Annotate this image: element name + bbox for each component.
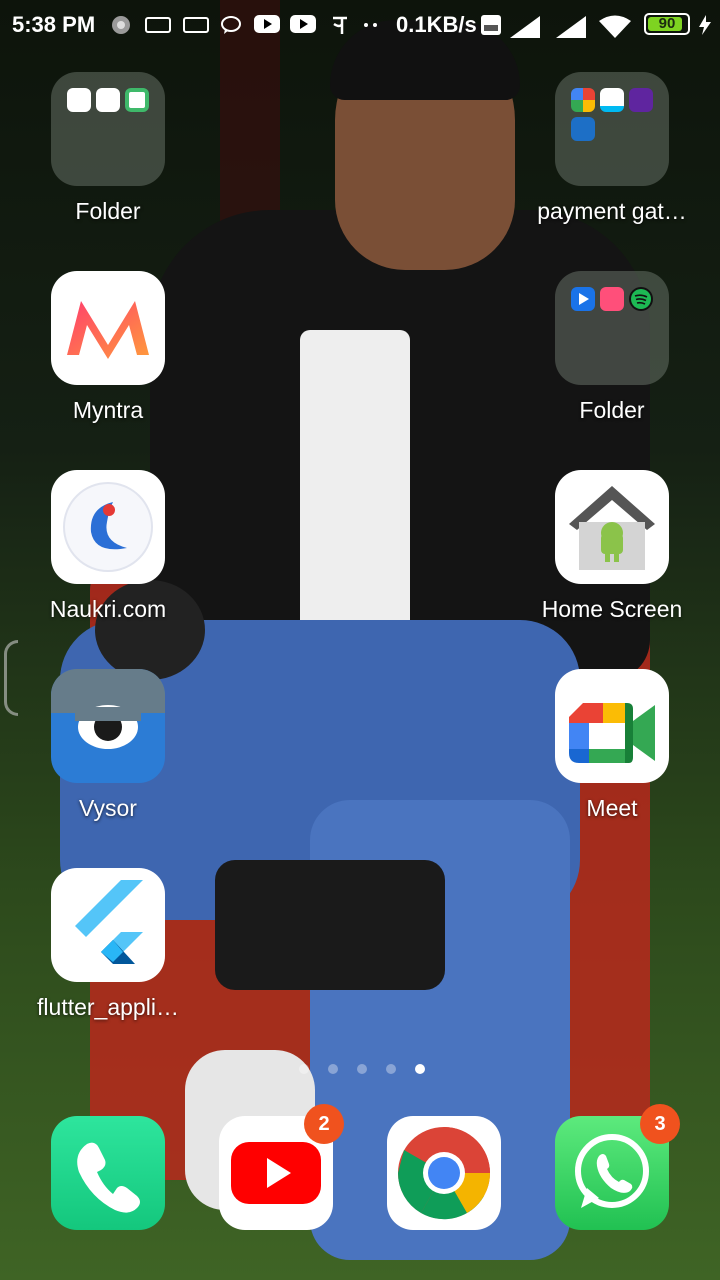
app-label: payment gat… — [537, 198, 687, 224]
naukri-icon — [51, 470, 165, 584]
app-label: Home Screen — [541, 596, 683, 622]
volte-icon — [480, 14, 502, 41]
clock: 5:38 PM — [12, 12, 96, 37]
youtube-icon — [290, 14, 316, 39]
chrome-app[interactable] — [359, 1116, 529, 1230]
more-dots-icon — [362, 14, 380, 41]
folder-icon — [51, 72, 165, 186]
folder-app[interactable]: Folder — [527, 271, 697, 424]
notification-badge: 3 — [640, 1104, 680, 1144]
page-dot[interactable] — [386, 1064, 396, 1074]
network-speed: 0.1KB/s — [396, 12, 477, 37]
naukri-app[interactable]: Naukri.com — [23, 470, 193, 623]
phonepe-icon — [330, 14, 350, 41]
phonepe-icon — [629, 88, 653, 112]
phone-icon — [51, 1116, 165, 1230]
meet-icon — [555, 669, 669, 783]
spotify-icon — [629, 287, 653, 311]
meet-app[interactable]: Meet — [527, 669, 697, 822]
folder-icon — [555, 72, 669, 186]
myntra-app[interactable]: Myntra — [23, 271, 193, 424]
folder-icon — [555, 271, 669, 385]
page-dot[interactable] — [299, 1064, 309, 1074]
page-indicator — [0, 1064, 720, 1076]
myntra-icon — [51, 271, 165, 385]
vysor-app[interactable]: Vysor — [23, 669, 193, 822]
play-icon — [571, 287, 595, 311]
chrome-icon — [387, 1116, 501, 1230]
dainik-bhaskar-icon — [96, 88, 120, 112]
phone-app[interactable] — [23, 1116, 193, 1230]
flutter-icon — [51, 868, 165, 982]
battery-icon: 90 — [644, 13, 690, 35]
battery-level: 90 — [658, 15, 676, 32]
home-screen-app[interactable]: Home Screen — [527, 470, 697, 623]
app-label: Myntra — [72, 397, 144, 423]
settings-icon — [110, 14, 132, 41]
vysor-icon — [51, 669, 165, 783]
app-label: Naukri.com — [49, 596, 167, 622]
status-bar: 5:38 PM 0.1KB/s 90 — [0, 0, 720, 52]
youtube-app[interactable]: 2 — [191, 1104, 361, 1230]
page-dot[interactable] — [357, 1064, 367, 1074]
bank-app-icon — [571, 117, 595, 141]
app-label: Folder — [75, 198, 141, 224]
notification-badge: 2 — [304, 1104, 344, 1144]
app-mini-icon — [125, 88, 149, 112]
page-dot[interactable] — [415, 1064, 425, 1074]
app-label: Vysor — [79, 795, 137, 821]
payment-gateway-folder[interactable]: payment gat… — [527, 72, 697, 225]
signal-icon — [508, 14, 542, 45]
wifi-icon — [598, 14, 632, 45]
paytm-icon — [600, 88, 624, 112]
flutter-app[interactable]: flutter_appli… — [23, 868, 193, 1021]
whatsapp-app[interactable]: 3 — [527, 1104, 697, 1230]
charging-icon — [698, 14, 712, 41]
app-label: Folder — [579, 397, 645, 423]
page-dot[interactable] — [328, 1064, 338, 1074]
app-label: flutter_appli… — [37, 994, 179, 1020]
google-pay-icon — [571, 88, 595, 112]
folder-app[interactable]: Folder — [23, 72, 193, 225]
music-icon — [600, 287, 624, 311]
home-screen-icon — [555, 470, 669, 584]
signal-icon — [554, 14, 588, 45]
dainik-bhaskar-icon — [144, 14, 172, 41]
side-drawer-handle[interactable] — [4, 640, 18, 716]
dainik-bhaskar-icon — [182, 14, 210, 41]
app-label: Meet — [586, 795, 638, 821]
app-mini-icon — [67, 88, 91, 112]
youtube-icon — [254, 14, 280, 39]
message-icon — [220, 14, 242, 41]
